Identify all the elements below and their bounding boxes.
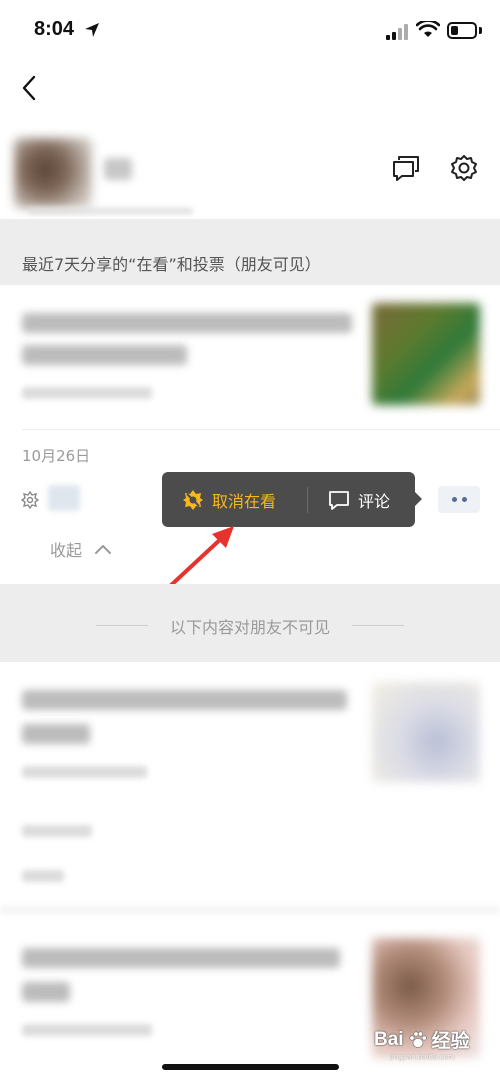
more-dot-icon — [451, 497, 457, 502]
battery-icon — [447, 22, 477, 39]
wifi-icon — [416, 21, 440, 37]
looking-icon — [183, 489, 203, 510]
divider — [22, 429, 500, 430]
action-popup: 取消在看 评论 — [162, 472, 415, 527]
more-dot-icon — [461, 497, 467, 502]
invisible-section-label: 以下内容对朋友不可见 — [169, 618, 330, 637]
status-bar: 8:04 — [0, 0, 500, 62]
collapse-button[interactable]: 收起 — [50, 537, 112, 561]
liker-avatar-blurred — [48, 485, 80, 511]
home-indicator[interactable] — [162, 1064, 339, 1070]
comment-label: 评论 — [358, 491, 391, 511]
profile-header — [0, 130, 500, 220]
watermark-url: jingyan.baidu.com — [390, 1053, 455, 1061]
unlook-button[interactable]: 取消在看 — [162, 472, 307, 527]
back-button[interactable] — [14, 70, 44, 106]
profile-name-blurred — [104, 158, 132, 180]
popup-pointer — [414, 491, 422, 507]
cellular-signal-icon — [386, 24, 408, 40]
gear-icon — [451, 155, 477, 181]
comments-icon — [393, 156, 419, 181]
battery-cap — [479, 27, 482, 34]
comment-icon — [329, 490, 349, 510]
chevron-left-icon — [22, 75, 36, 101]
comments-button[interactable] — [390, 152, 422, 184]
section-title: 最近7天分享的“在看”和投票（朋友可见） — [22, 255, 321, 274]
baidu-watermark: Bai 经验 — [374, 1026, 470, 1053]
paw-logo-icon — [409, 1030, 427, 1048]
unlook-label: 取消在看 — [212, 491, 277, 511]
watermark-suffix: 经验 — [431, 1031, 470, 1052]
avatar[interactable] — [14, 138, 92, 208]
looking-icon — [21, 491, 39, 509]
comment-button[interactable]: 评论 — [308, 472, 415, 527]
more-button[interactable] — [438, 486, 480, 513]
watermark-brand: Bai — [374, 1028, 404, 1050]
article-card[interactable] — [0, 662, 500, 902]
settings-button[interactable] — [448, 152, 480, 184]
chevron-up-icon — [95, 545, 112, 554]
status-time: 8:04 — [34, 18, 75, 40]
location-arrow-icon — [85, 23, 99, 37]
divider — [0, 906, 500, 914]
article-card[interactable] — [0, 285, 500, 430]
item-date: 10月26日 — [22, 447, 91, 465]
collapse-label: 收起 — [50, 541, 83, 560]
profile-subtitle-blurred — [28, 208, 193, 214]
